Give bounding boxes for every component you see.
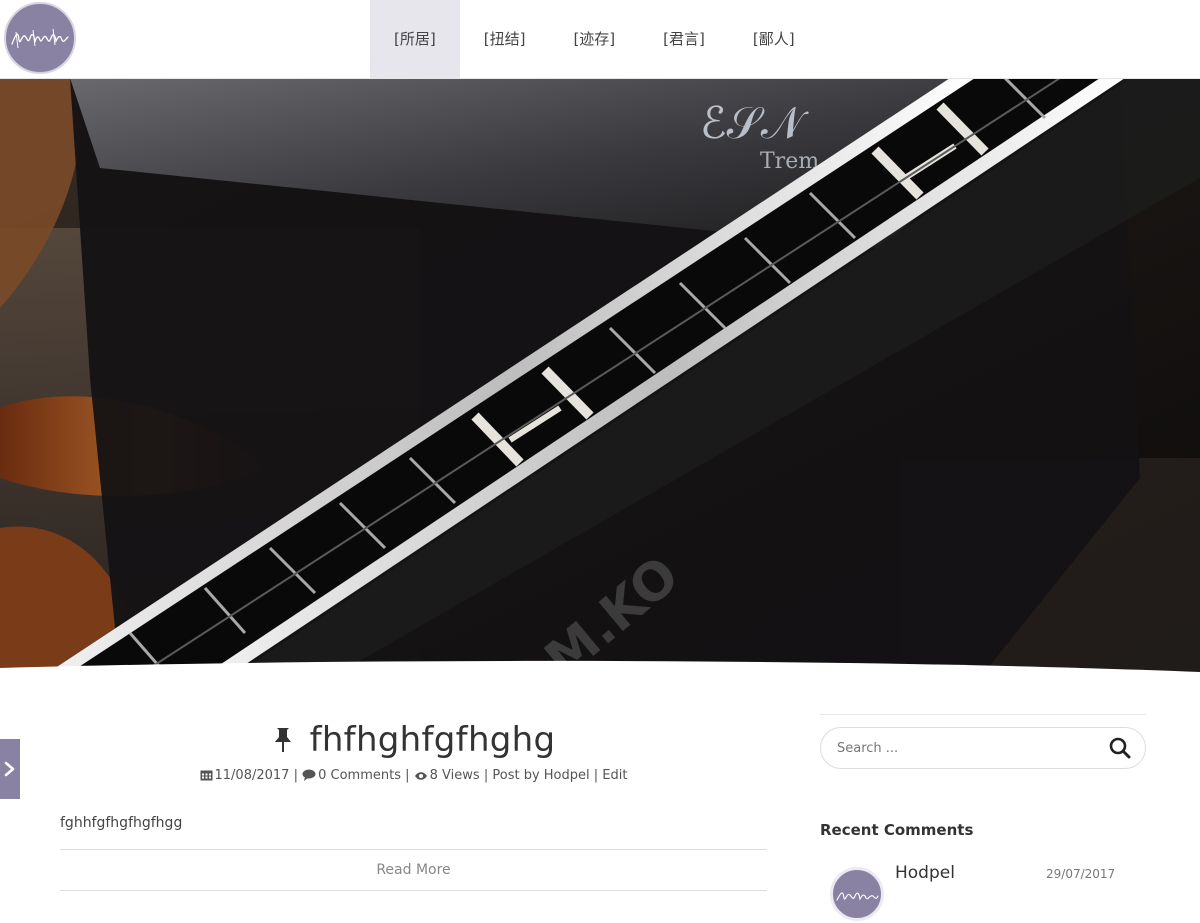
- eye-icon: [414, 772, 427, 780]
- post-edit-link[interactable]: Edit: [602, 768, 627, 783]
- avatar[interactable]: [830, 867, 884, 921]
- read-more-bar: Read More: [60, 849, 767, 891]
- svg-text:ℰ𝒮𝒩: ℰ𝒮𝒩: [700, 98, 809, 149]
- recent-comments-title: Recent Comments: [820, 821, 974, 839]
- chevron-right-icon: [4, 761, 15, 777]
- nav-item-suoju[interactable]: [所居]: [370, 0, 460, 78]
- comment-date: 29/07/2017: [1046, 867, 1116, 881]
- pin-icon: [274, 728, 291, 752]
- calendar-icon: [200, 770, 212, 781]
- post-title[interactable]: fhfhghfgfhghg: [310, 720, 556, 760]
- post-views-count: 8 Views: [429, 768, 480, 783]
- nav-item-jicun[interactable]: [迹存]: [549, 0, 639, 78]
- post-author-link[interactable]: Hodpel: [544, 768, 590, 783]
- hero-image: ℰ𝒮𝒩 Trem M.KO: [0, 78, 1200, 678]
- post-excerpt: fghhfgfhgfhgfhgg: [60, 815, 183, 831]
- read-more-link[interactable]: Read More: [376, 862, 450, 878]
- post-date[interactable]: 11/08/2017: [215, 768, 290, 783]
- meta-separator: |: [405, 768, 410, 783]
- search-form: [820, 727, 1146, 769]
- search-button[interactable]: [1107, 735, 1133, 761]
- search-input[interactable]: [835, 739, 1107, 757]
- meta-separator: |: [293, 768, 298, 783]
- main-nav: [所居] [扭结] [迹存] [君言] [鄙人]: [370, 0, 819, 78]
- post-by-label: Post by: [492, 768, 540, 783]
- post-title-row: fhfhghfgfhghg: [60, 720, 767, 760]
- comment-author-link[interactable]: Hodpel: [895, 863, 955, 883]
- recent-comment-item: Hodpel 29/07/2017: [820, 863, 1146, 923]
- comment-icon: [302, 769, 316, 781]
- nav-item-biren[interactable]: [鄙人]: [729, 0, 819, 78]
- post-comments-count[interactable]: 0 Comments: [318, 768, 401, 783]
- post-meta: 11/08/2017 | 0 Comments | 8 Views | Post…: [60, 768, 767, 783]
- logo-signature-icon: [11, 28, 69, 49]
- meta-separator: |: [483, 768, 489, 783]
- site-logo[interactable]: [4, 2, 76, 74]
- site-header: [所居] [扭结] [迹存] [君言] [鄙人]: [0, 0, 1200, 79]
- search-icon: [1109, 737, 1131, 759]
- post-card: fhfhghfgfhghg 11/08/2017 | 0 Comments | …: [60, 712, 767, 891]
- sidebar: Recent Comments Hodpel 29/07/2017: [820, 714, 1146, 923]
- avatar-signature-icon: [836, 892, 879, 901]
- nav-item-niujie[interactable]: [扭结]: [460, 0, 550, 78]
- nav-item-junyan[interactable]: [君言]: [639, 0, 729, 78]
- sidebar-toggle-button[interactable]: [0, 739, 20, 799]
- meta-separator: |: [593, 768, 599, 783]
- sidebar-divider: [820, 714, 1146, 715]
